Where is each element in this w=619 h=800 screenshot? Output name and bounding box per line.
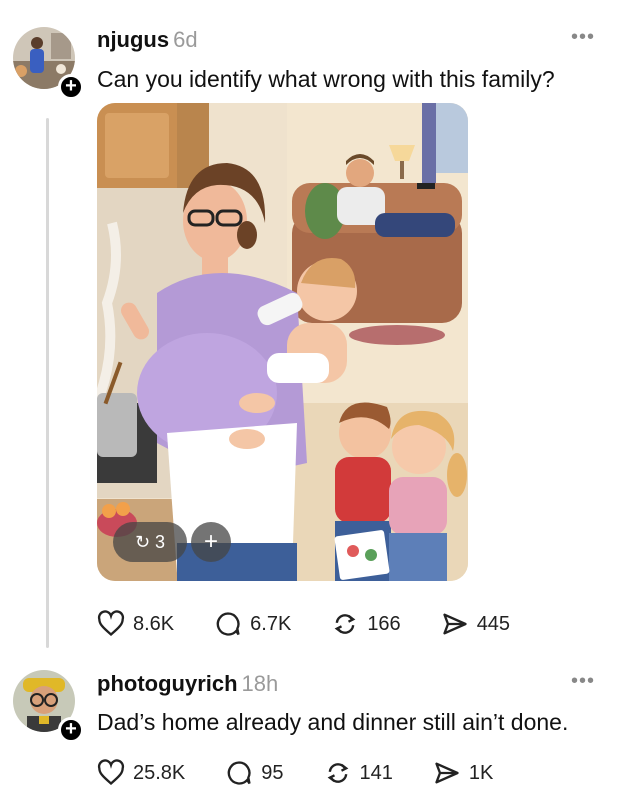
more-icon[interactable]: •••: [571, 670, 595, 693]
add-button[interactable]: +: [191, 522, 231, 562]
repost-count-badge[interactable]: ↻ 3: [113, 522, 187, 562]
repost-count: 141: [359, 761, 393, 784]
reply-username[interactable]: photoguyrich: [97, 671, 238, 696]
reply-author[interactable]: photoguyrich 18h: [97, 671, 278, 697]
post-time: 6d: [173, 27, 198, 52]
share-count: 1K: [468, 761, 494, 784]
like-count: 25.8K: [133, 761, 186, 784]
share-icon: [435, 762, 459, 784]
repost-button[interactable]: 141: [324, 759, 393, 787]
repost-button[interactable]: 166: [331, 610, 401, 638]
post-actions: 8.6K 6.7K 166 445: [97, 610, 550, 638]
more-icon[interactable]: •••: [571, 26, 595, 49]
repost-icon: ↻: [134, 532, 151, 552]
follow-plus-icon[interactable]: +: [58, 717, 84, 743]
repost-count: 166: [367, 612, 401, 635]
reply-actions: 25.8K 95 141 1K: [97, 759, 533, 787]
comment-icon: [227, 761, 251, 785]
heart-icon: [97, 759, 125, 786]
post-author[interactable]: njugus 6d: [97, 27, 198, 53]
like-button[interactable]: 8.6K: [97, 610, 174, 638]
comment-count: 95: [261, 761, 284, 784]
username[interactable]: njugus: [97, 27, 169, 52]
follow-plus-icon[interactable]: +: [58, 74, 84, 100]
post-image[interactable]: ↻ 3 +: [97, 103, 468, 581]
like-count: 8.6K: [133, 612, 175, 635]
share-icon: [443, 613, 467, 635]
comment-button[interactable]: 6.7K: [214, 610, 291, 638]
reply-time: 18h: [241, 671, 279, 696]
repost-icon: [334, 614, 356, 634]
comment-count: 6.7K: [250, 612, 292, 635]
repost-icon: [327, 763, 348, 783]
heart-icon: [97, 610, 125, 637]
like-button[interactable]: 25.8K: [97, 759, 185, 787]
thread-line: [46, 118, 49, 648]
share-button[interactable]: 445: [441, 610, 510, 638]
reply-text: Dad’s home already and dinner still ain’…: [97, 709, 569, 735]
share-count: 445: [476, 612, 511, 635]
comment-icon: [216, 612, 240, 636]
badge-count: 3: [155, 532, 166, 552]
post-text: Can you identify what wrong with this fa…: [97, 66, 555, 92]
share-button[interactable]: 1K: [433, 759, 493, 787]
comment-button[interactable]: 95: [225, 759, 284, 787]
